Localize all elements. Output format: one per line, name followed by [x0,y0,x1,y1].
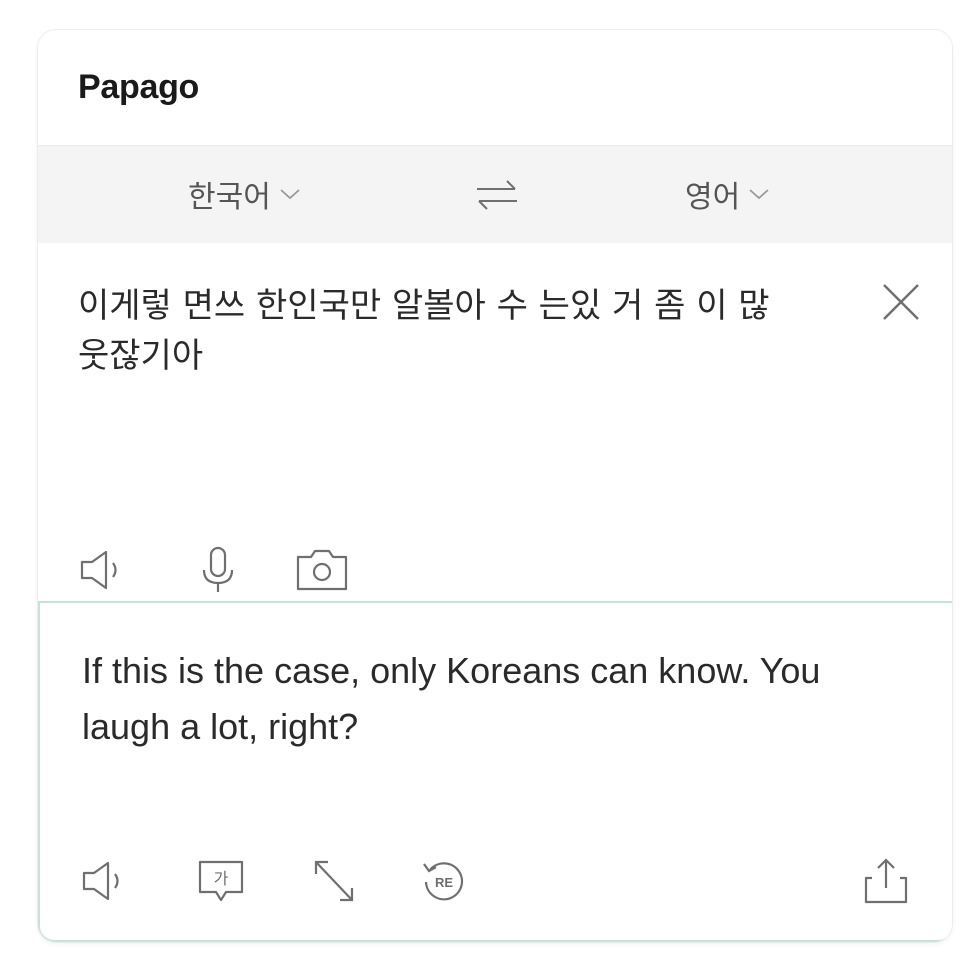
close-icon [883,284,919,320]
pronunciation-button[interactable]: 가 [194,856,250,906]
speaker-icon [82,861,119,901]
share-icon [864,858,908,904]
expand-button[interactable] [306,856,362,906]
share-button[interactable] [858,856,914,906]
translation-result-pane: If this is the case, only Koreans can kn… [38,601,952,942]
camera-button[interactable] [294,545,350,595]
language-bar: 한국어 영어 [38,145,952,244]
speaker-icon [80,550,117,590]
result-speaker-button[interactable] [80,856,136,906]
korean-glyph: 가 [214,869,229,888]
translation-result-text: If this is the case, only Koreans can kn… [82,650,821,747]
expand-arrows-icon [314,860,354,902]
camera-icon [296,549,348,591]
app-title: Papago [78,68,200,106]
chevron-down-icon [279,187,301,201]
retranslate-button[interactable]: RE [416,856,472,906]
source-language-label: 한국어 [188,180,271,215]
target-language-select[interactable]: 영어 [685,174,770,215]
target-language-label: 영어 [685,180,741,215]
swap-languages-button[interactable] [472,176,522,214]
retranslate-icon: RE [423,862,464,901]
translator-card: Papago 한국어 영어 이게렇 면쓰 한인국만 알볼아 수 는있 거 좀 이… [38,30,952,942]
microphone-icon [202,546,234,592]
re-glyph: RE [435,875,453,890]
speech-bubble-korean-icon: 가 [198,860,244,902]
microphone-button[interactable] [190,545,246,595]
source-language-select[interactable]: 한국어 [188,174,301,215]
app-header: Papago [38,30,952,145]
chevron-down-icon [748,187,770,201]
clear-text-button[interactable] [878,279,924,325]
swap-arrows-icon [477,180,517,210]
source-text-input[interactable]: 이게렇 면쓰 한인국만 알볼아 수 는있 거 좀 이 많 웃잖기아 [78,281,848,381]
source-text-pane[interactable]: 이게렇 면쓰 한인국만 알볼아 수 는있 거 좀 이 많 웃잖기아 [38,243,952,601]
source-speaker-button[interactable] [78,545,134,595]
